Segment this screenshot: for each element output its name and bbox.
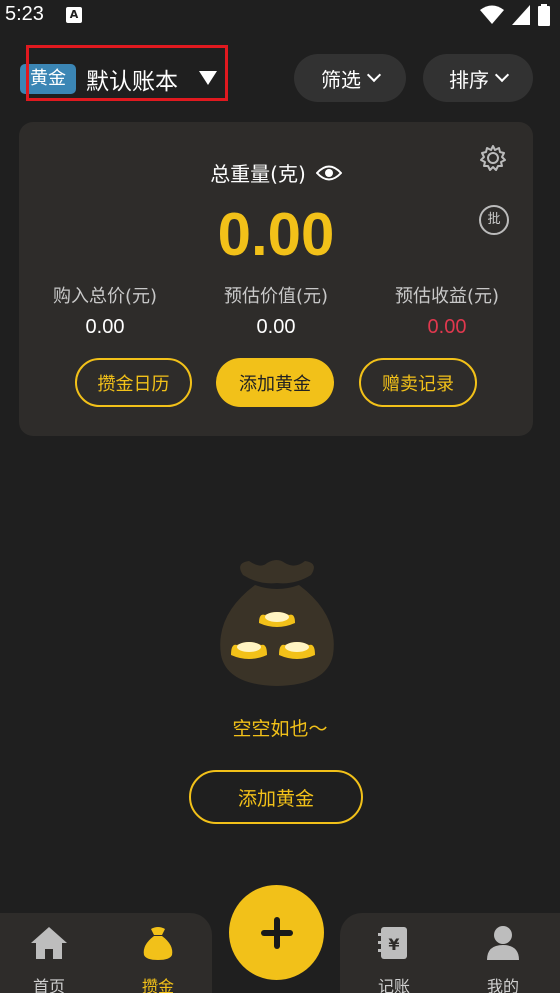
stat-label: 购入总价(元) (52, 286, 158, 307)
wifi-icon (480, 5, 504, 24)
stat-value: 0.00 (85, 316, 125, 338)
status-bar: 5:23 A (0, 0, 560, 32)
ledger-icon: ¥ (378, 927, 407, 959)
empty-add-gold-button[interactable]: 添加黄金 (189, 770, 363, 824)
nav-home[interactable]: 首页 (4, 925, 94, 993)
filter-button[interactable]: 筛选 (294, 54, 406, 102)
stat-label: 预估价值(元) (223, 286, 329, 307)
chevron-down-icon (494, 67, 510, 83)
filter-label: 筛选 (321, 67, 361, 92)
battery-icon (538, 4, 550, 26)
add-fab-button[interactable] (229, 885, 324, 980)
gold-bag-empty-icon (220, 560, 334, 686)
home-icon (31, 927, 67, 959)
app-notification-icon: A (66, 7, 82, 23)
total-weight-header: 总重量(克) (19, 158, 533, 187)
chevron-down-icon (366, 67, 382, 83)
total-weight-label: 总重量(克) (210, 162, 306, 186)
status-time: 5:23 (5, 3, 44, 25)
trade-records-button[interactable]: 赠卖记录 (359, 358, 477, 407)
sort-label: 排序 (449, 67, 489, 92)
plus-icon (260, 916, 293, 949)
money-bag-icon (143, 927, 173, 960)
status-icons (480, 4, 550, 26)
stat-purchase-total: 购入总价(元) 0.00 (20, 282, 190, 339)
book-selector[interactable] (26, 45, 228, 101)
nav-profile[interactable]: 我的 (458, 925, 548, 993)
empty-state-text: 空空如也～ (232, 718, 328, 740)
nav-label: 我的 (486, 977, 519, 993)
total-weight-value: 0.00 (217, 201, 335, 268)
stat-estimated-value: 预估价值(元) 0.00 (191, 282, 361, 339)
nav-bookkeeping[interactable]: ¥ 记账 (349, 925, 439, 993)
user-icon (487, 926, 519, 960)
nav-label: 记账 (377, 977, 410, 993)
signal-icon (512, 5, 530, 25)
stat-value: 0.00 (256, 316, 296, 338)
add-gold-button[interactable]: 添加黄金 (216, 358, 334, 407)
nav-save-gold[interactable]: 攒金 (113, 925, 203, 993)
svg-text:¥: ¥ (388, 935, 399, 954)
nav-label: 首页 (32, 977, 65, 993)
gold-calendar-button[interactable]: 攒金日历 (75, 358, 192, 407)
summary-card: 总重量(克) 批 0.00 购入总价(元) 0.00 预估价值(元) 0.00 … (19, 122, 533, 436)
settings-gear-icon[interactable] (479, 144, 507, 172)
sort-button[interactable]: 排序 (423, 54, 533, 102)
stat-value: 0.00 (427, 316, 467, 338)
eye-icon[interactable] (315, 164, 342, 182)
nav-label: 攒金 (141, 977, 174, 993)
stat-estimated-profit: 预估收益(元) 0.00 (362, 282, 532, 339)
stat-label: 预估收益(元) (394, 286, 500, 307)
